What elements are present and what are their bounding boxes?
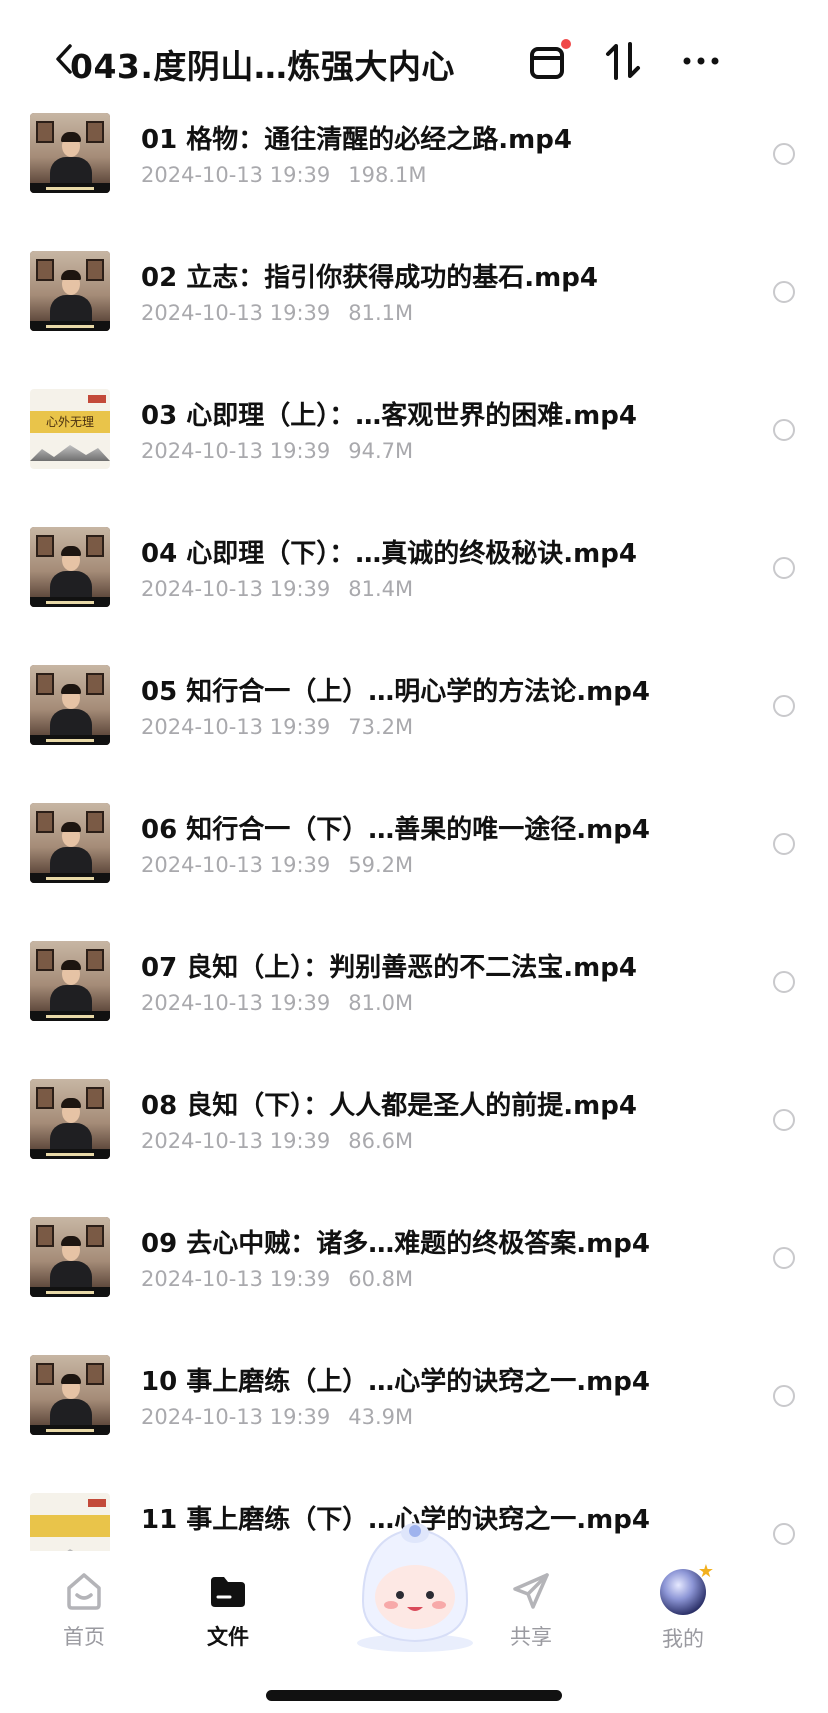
file-name: 07 良知（上）：判别善恶的不二法宝.mp4 — [141, 953, 637, 983]
nav-home[interactable]: 首页 — [29, 1569, 139, 1659]
file-row[interactable]: 心外无理 03 心即理（上）：…客观世界的困难.mp4 2024-10-13 19:… — [0, 381, 828, 519]
video-thumbnail — [30, 113, 110, 193]
file-row[interactable]: 01 格物：通往清醒的必经之路.mp4 2024-10-13 19:39 198.1… — [0, 105, 828, 243]
top-bar: 043.度阴山…炼强大内心 — [0, 0, 828, 112]
video-thumbnail — [30, 1217, 110, 1297]
file-name: 06 知行合一（下）…善果的唯一途径.mp4 — [141, 815, 650, 845]
file-meta: 2024-10-13 19:39 94.7M — [141, 439, 413, 463]
select-checkbox[interactable] — [773, 419, 795, 441]
file-row[interactable]: 09 去心中贼：诸多…难题的终极答案.mp4 2024-10-13 19:39 60… — [0, 1209, 828, 1347]
folder-icon — [206, 1569, 250, 1613]
file-size: 73.2M — [348, 715, 414, 739]
file-size: 81.1M — [348, 301, 414, 325]
nav-files-label: 文件 — [207, 1625, 249, 1649]
file-date: 2024-10-13 19:39 — [141, 991, 331, 1015]
file-size: 94.7M — [348, 439, 414, 463]
avatar: ★ — [660, 1561, 714, 1615]
file-date: 2024-10-13 19:39 — [141, 1129, 331, 1153]
file-size: 81.0M — [348, 991, 414, 1015]
select-checkbox[interactable] — [773, 1109, 795, 1131]
file-date: 2024-10-13 19:39 — [141, 1405, 331, 1429]
file-row[interactable]: 08 良知（下）：人人都是圣人的前提.mp4 2024-10-13 19:39 86… — [0, 1071, 828, 1209]
select-checkbox[interactable] — [773, 1247, 795, 1269]
select-checkbox[interactable] — [773, 1523, 795, 1545]
nav-home-label: 首页 — [63, 1625, 105, 1649]
file-meta: 2024-10-13 19:39 86.6M — [141, 1129, 413, 1153]
file-date: 2024-10-13 19:39 — [141, 853, 331, 877]
file-row[interactable]: 02 立志：指引你获得成功的基石.mp4 2024-10-13 19:39 81.1… — [0, 243, 828, 381]
thumbnail-caption: 心外无理 — [30, 411, 110, 433]
nav-files[interactable]: 文件 — [173, 1569, 283, 1659]
file-size: 81.4M — [348, 577, 414, 601]
home-indicator — [266, 1690, 562, 1701]
crown-icon: ★ — [697, 1561, 714, 1582]
video-thumbnail — [30, 251, 110, 331]
file-row[interactable]: 07 良知（上）：判别善恶的不二法宝.mp4 2024-10-13 19:39 81… — [0, 933, 828, 1071]
file-name: 09 去心中贼：诸多…难题的终极答案.mp4 — [141, 1229, 650, 1259]
video-thumbnail — [30, 527, 110, 607]
sort-icon[interactable] — [600, 38, 646, 84]
file-size: 60.8M — [348, 1267, 414, 1291]
file-date: 2024-10-13 19:39 — [141, 577, 331, 601]
video-thumbnail — [30, 665, 110, 745]
file-name: 08 良知（下）：人人都是圣人的前提.mp4 — [141, 1091, 637, 1121]
file-row[interactable]: 06 知行合一（下）…善果的唯一途径.mp4 2024-10-13 19:39 59… — [0, 795, 828, 933]
file-date: 2024-10-13 19:39 — [141, 1267, 331, 1291]
file-size: 198.1M — [348, 163, 427, 187]
file-row[interactable]: 05 知行合一（上）…明心学的方法论.mp4 2024-10-13 19:39 73… — [0, 657, 828, 795]
file-name: 01 格物：通往清醒的必经之路.mp4 — [141, 125, 572, 155]
file-meta: 2024-10-13 19:39 81.0M — [141, 991, 413, 1015]
file-size: 43.9M — [348, 1405, 414, 1429]
file-list: 01 格物：通往清醒的必经之路.mp4 2024-10-13 19:39 198.1… — [0, 105, 828, 1623]
file-size: 86.6M — [348, 1129, 414, 1153]
transfer-list-icon[interactable] — [526, 38, 572, 84]
file-date: 2024-10-13 19:39 — [141, 301, 331, 325]
home-icon — [62, 1569, 106, 1613]
nav-share[interactable]: 共享 — [476, 1569, 586, 1659]
select-checkbox[interactable] — [773, 833, 795, 855]
select-checkbox[interactable] — [773, 143, 795, 165]
file-name: 05 知行合一（上）…明心学的方法论.mp4 — [141, 677, 650, 707]
assistant-mascot[interactable] — [345, 1505, 485, 1655]
page-title: 043.度阴山…炼强大内心 — [70, 47, 455, 86]
more-icon[interactable] — [678, 38, 724, 84]
select-checkbox[interactable] — [773, 1385, 795, 1407]
file-meta: 2024-10-13 19:39 81.4M — [141, 577, 413, 601]
nav-me[interactable]: ★ 我的 — [628, 1561, 738, 1659]
file-name: 10 事上磨练（上）…心学的诀窍之一.mp4 — [141, 1367, 650, 1397]
file-date: 2024-10-13 19:39 — [141, 439, 331, 463]
select-checkbox[interactable] — [773, 695, 795, 717]
file-row[interactable]: 10 事上磨练（上）…心学的诀窍之一.mp4 2024-10-13 19:39 43… — [0, 1347, 828, 1485]
thumbnail-caption — [30, 1515, 110, 1537]
select-checkbox[interactable] — [773, 281, 795, 303]
nav-me-label: 我的 — [662, 1627, 704, 1651]
file-meta: 2024-10-13 19:39 60.8M — [141, 1267, 413, 1291]
file-name: 02 立志：指引你获得成功的基石.mp4 — [141, 263, 598, 293]
file-name: 04 心即理（下）：…真诚的终极秘诀.mp4 — [141, 539, 637, 569]
video-thumbnail — [30, 1355, 110, 1435]
video-thumbnail — [30, 1079, 110, 1159]
select-checkbox[interactable] — [773, 557, 795, 579]
send-icon — [509, 1569, 553, 1613]
file-meta: 2024-10-13 19:39 73.2M — [141, 715, 413, 739]
video-thumbnail: 心外无理 — [30, 389, 110, 469]
file-meta: 2024-10-13 19:39 81.1M — [141, 301, 413, 325]
bottom-nav: 首页 文件 共享 ★ 我的 — [0, 1523, 828, 1713]
video-thumbnail — [30, 803, 110, 883]
file-size: 59.2M — [348, 853, 414, 877]
file-date: 2024-10-13 19:39 — [141, 715, 331, 739]
select-checkbox[interactable] — [773, 971, 795, 993]
file-row[interactable]: 04 心即理（下）：…真诚的终极秘诀.mp4 2024-10-13 19:39 81… — [0, 519, 828, 657]
file-date: 2024-10-13 19:39 — [141, 163, 331, 187]
file-meta: 2024-10-13 19:39 43.9M — [141, 1405, 413, 1429]
file-meta: 2024-10-13 19:39 59.2M — [141, 853, 413, 877]
nav-share-label: 共享 — [510, 1625, 552, 1649]
file-meta: 2024-10-13 19:39 198.1M — [141, 163, 427, 187]
file-name: 03 心即理（上）：…客观世界的困难.mp4 — [141, 401, 637, 431]
video-thumbnail — [30, 941, 110, 1021]
